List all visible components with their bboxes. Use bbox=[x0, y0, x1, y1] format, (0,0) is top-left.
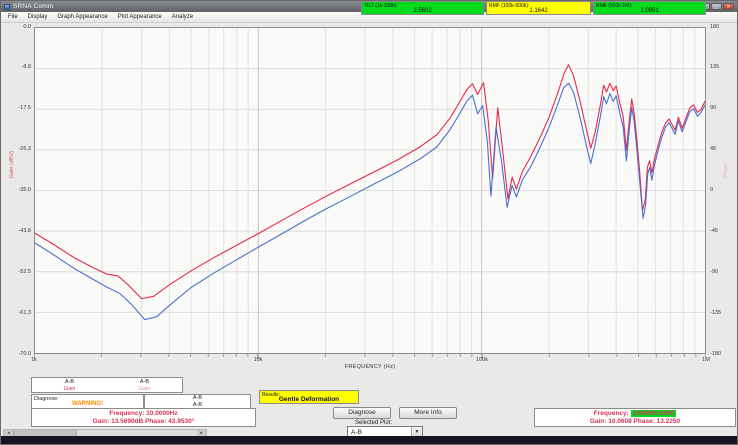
tilt-metric-box: TILT (1k-100k): 2.5602 bbox=[361, 1, 484, 15]
y-tick-right-8: -180 bbox=[710, 351, 737, 357]
y-tick-left-7: -61.3 bbox=[4, 310, 31, 316]
x-tick-1k: 1k bbox=[31, 357, 37, 363]
cursor-left-gain-phase: Gain: 13.5690dB Phase: 43.9530° bbox=[32, 418, 255, 426]
frequency-response-chart bbox=[35, 28, 705, 353]
legend-trace-2[interactable]: A-B Gain bbox=[107, 378, 182, 392]
y-tick-left-2: -17.5 bbox=[4, 105, 31, 111]
x-axis-tickmarks bbox=[34, 354, 706, 360]
menu-file[interactable]: File bbox=[3, 14, 23, 20]
cursor-right-frequency-label: Frequency: bbox=[594, 410, 629, 417]
x-tick-10k: 10k bbox=[254, 357, 263, 363]
plot-list-box: A-B A-B bbox=[144, 394, 251, 409]
plot-area[interactable] bbox=[34, 27, 706, 354]
maximize-button[interactable]: ▢ bbox=[711, 3, 722, 10]
y-axis-left-title: Gain (dBV) bbox=[9, 151, 15, 178]
menu-analyze[interactable]: Analyze bbox=[167, 14, 198, 20]
y-tick-right-4: 0 bbox=[710, 187, 737, 193]
y-tick-right-2: 90 bbox=[710, 105, 737, 111]
diagnose-status-box: Diagnose: WARNING! bbox=[31, 394, 144, 409]
app-window: SRNA Comm – ▢ ✕ File Display Graph Appea… bbox=[0, 0, 738, 445]
selected-plot-value: A-B bbox=[348, 429, 362, 436]
y-tick-right-5: -45 bbox=[710, 228, 737, 234]
y-tick-left-4: -35.0 bbox=[4, 187, 31, 193]
results-box: Results: Gentle Deformation bbox=[259, 390, 359, 404]
plot-list-item-1[interactable]: A-B bbox=[145, 395, 250, 402]
y-tick-right-6: -90 bbox=[710, 269, 737, 275]
cursor-left-frequency: Frequency: 10.0000Hz bbox=[32, 410, 255, 418]
more-info-button[interactable]: More Info bbox=[399, 407, 457, 419]
y-tick-left-5: -43.8 bbox=[4, 228, 31, 234]
tilt-value: 2.5602 bbox=[362, 8, 483, 14]
y-tick-right-7: -135 bbox=[710, 310, 737, 316]
results-value: Gentle Deformation bbox=[260, 396, 358, 403]
cursor-readout-left: Frequency: 10.0000Hz Gain: 13.5690dB Pha… bbox=[31, 408, 256, 427]
y-axis-right-title: Phase bbox=[723, 163, 729, 179]
y-tick-left-6: -52.5 bbox=[4, 269, 31, 275]
y-tick-right-0: 180 bbox=[710, 24, 737, 30]
cursor-readout-right: Frequency: 1000000.0000 Gain: 10.0608 Ph… bbox=[534, 408, 736, 427]
window-title: SRNA Comm bbox=[13, 3, 53, 10]
menu-display[interactable]: Display bbox=[23, 14, 53, 20]
x-tick-1M: 1M bbox=[702, 357, 710, 363]
y-tick-left-1: -8.8 bbox=[4, 64, 31, 70]
rmf2-value: 1.0951 bbox=[594, 8, 705, 14]
legend-trace-1[interactable]: A-B Gain bbox=[32, 378, 107, 392]
x-axis-title: FREQUENCY (Hz) bbox=[34, 364, 706, 370]
y-tick-left-0: 0.0 bbox=[4, 24, 31, 30]
rmf1-value: 1.1642 bbox=[487, 8, 590, 14]
cursor-right-gain-phase: Gain: 10.0608 Phase: 13.2250 bbox=[535, 418, 735, 426]
rmf-100k-500k-box: RMF (100k-500k): 1.1642 bbox=[486, 1, 591, 15]
rmf-500k-1m-box: RMF (500k-1M): 1.0951 bbox=[593, 1, 706, 15]
y-tick-left-8: -70.0 bbox=[4, 351, 31, 357]
menu-plot-appearance[interactable]: Plot Appearance bbox=[113, 14, 167, 20]
y-tick-right-1: 135 bbox=[710, 64, 737, 70]
legend-trace-2-type: Gain bbox=[107, 386, 182, 393]
legend-trace-1-type: Gain bbox=[32, 386, 107, 393]
legend-trace-2-name: A-B bbox=[107, 379, 182, 386]
x-tick-100k: 100k bbox=[476, 357, 488, 363]
legend-trace-1-name: A-B bbox=[32, 379, 107, 386]
cursor-right-frequency-value: 1000000.0000 bbox=[631, 410, 677, 417]
warning-text: WARNING! bbox=[32, 401, 143, 407]
diagnose-button[interactable]: Diagnose bbox=[333, 407, 391, 419]
app-icon bbox=[4, 4, 10, 10]
y-tick-right-3: 45 bbox=[710, 146, 737, 152]
window-bottom-edge bbox=[1, 436, 737, 444]
cursor-right-frequency: Frequency: 1000000.0000 bbox=[535, 410, 735, 418]
close-button[interactable]: ✕ bbox=[723, 3, 734, 10]
trace-legend: A-B Gain A-B Gain bbox=[31, 377, 183, 393]
menu-graph-appearance[interactable]: Graph Appearance bbox=[52, 14, 112, 20]
